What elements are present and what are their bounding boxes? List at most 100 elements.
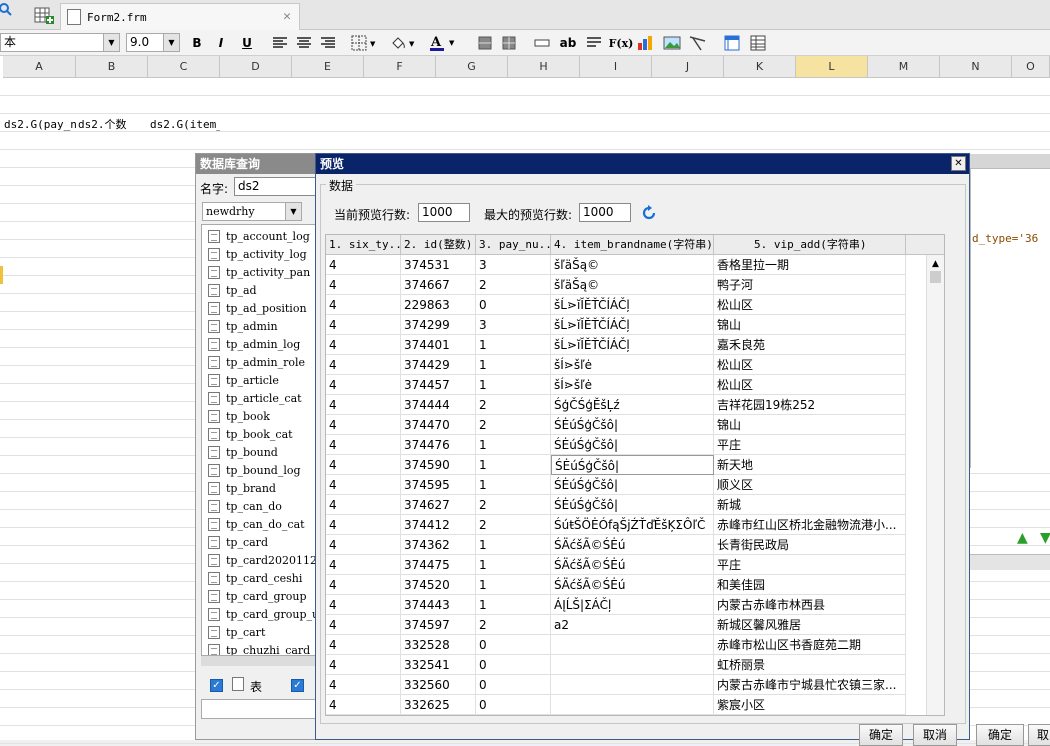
table-row[interactable]: 4 374667 2 šľäŠą© 鸭子河 — [326, 275, 906, 295]
column-header-M[interactable]: M — [868, 56, 940, 78]
list-item[interactable]: tp_card20201120 — [208, 551, 317, 569]
column-header-J[interactable]: J — [652, 56, 724, 78]
list-item[interactable]: tp_cart — [208, 623, 317, 641]
table-row[interactable]: 4 374627 2 ŚĖúŚģČšô| 新城 — [326, 495, 906, 515]
column-header[interactable]: 3. pay_nu... — [476, 235, 551, 255]
new-grid-icon[interactable] — [34, 5, 54, 25]
table-row[interactable]: 4 332625 0 紫宸小区 — [326, 695, 906, 715]
bg-ok-button[interactable]: 确定 — [976, 724, 1024, 746]
column-header[interactable]: 2. id(整数) — [401, 235, 476, 255]
column-header-E[interactable]: E — [292, 56, 364, 78]
table-row[interactable]: 4 374429 1 šÍ⋗šľė 松山区 — [326, 355, 906, 375]
form-layout-icon[interactable] — [722, 33, 742, 53]
column-header[interactable]: 1. six_ty... — [326, 235, 401, 255]
list-item[interactable]: tp_card_group_u — [208, 605, 317, 623]
list-item[interactable]: tp_card_group — [208, 587, 317, 605]
sql-editor-panel[interactable] — [970, 168, 1050, 468]
column-header-D[interactable]: D — [220, 56, 292, 78]
column-header-N[interactable]: N — [940, 56, 1012, 78]
italic-button[interactable]: I — [212, 33, 230, 53]
list-item[interactable]: tp_bound — [208, 443, 317, 461]
column-header-G[interactable]: G — [436, 56, 508, 78]
bg-cancel-button[interactable]: 取 — [1028, 724, 1050, 746]
image-icon[interactable] — [662, 33, 682, 53]
cell-B3[interactable]: ds2.个数 — [78, 116, 148, 134]
column-header-A[interactable]: A — [3, 56, 76, 78]
show-tables-checkbox[interactable]: ✓ — [210, 679, 223, 692]
scroll-up-icon[interactable]: ▲ — [927, 259, 944, 269]
align-right-icon[interactable] — [318, 33, 338, 53]
table-row[interactable]: 4 374590 1 ŚĖúŚģČšô| 新天地 — [326, 455, 906, 475]
table-row[interactable]: 4 332560 0 内蒙古赤峰市宁城县忙农镇三家... — [326, 675, 906, 695]
table-list[interactable]: tp_account_log tp_activity_log tp_activi… — [201, 224, 318, 656]
column-header-F[interactable]: F — [364, 56, 436, 78]
line-tool-icon[interactable] — [688, 33, 708, 53]
list-layout-icon[interactable] — [748, 33, 768, 53]
formula-button[interactable]: F(x) — [608, 33, 634, 53]
bold-button[interactable]: B — [188, 33, 206, 53]
connection-select[interactable]: newdrhy ▼ — [202, 202, 302, 221]
table-row[interactable]: 4 374470 2 ŚĖúŚģČšô| 锦山 — [326, 415, 906, 435]
list-item[interactable]: tp_admin_role — [208, 353, 317, 371]
list-item[interactable]: tp_article_cat — [208, 389, 317, 407]
align-left-icon[interactable] — [270, 33, 290, 53]
list-item[interactable]: tp_bound_log — [208, 461, 317, 479]
table-row[interactable]: 4 374401 1 šĹ⋗ĭĬĚŤČÍÁČļ 嘉禾良苑 — [326, 335, 906, 355]
list-hscrollbar[interactable] — [201, 656, 318, 666]
cancel-button[interactable]: 取消 — [913, 724, 957, 746]
table-row[interactable]: 4 374476 1 ŚĖúŚģČšô| 平庄 — [326, 435, 906, 455]
border-icon[interactable]: ▼ — [350, 33, 378, 53]
align-center-icon[interactable] — [294, 33, 314, 53]
list-item[interactable]: tp_card_ceshi — [208, 569, 317, 587]
column-header-I[interactable]: I — [580, 56, 652, 78]
font-size-select[interactable]: 9.0 ▼ — [126, 33, 180, 52]
refresh-icon[interactable] — [640, 204, 658, 222]
filter-input[interactable] — [201, 699, 318, 719]
table-row[interactable]: 4 374444 2 ŚģČŚģĚšĻź 吉祥花园19栋252 — [326, 395, 906, 415]
ok-button[interactable]: 确定 — [859, 724, 903, 746]
font-color-icon[interactable]: A ▼ — [428, 33, 460, 53]
table-row[interactable]: 4 229863 0 šĹ⋗ĭĬĚŤČÍÁČļ 松山区 — [326, 295, 906, 315]
list-item[interactable]: tp_admin — [208, 317, 317, 335]
table-row[interactable]: 4 374299 3 šĹ⋗ĭĬĚŤČÍÁČļ 锦山 — [326, 315, 906, 335]
close-icon[interactable]: ✕ — [951, 156, 966, 171]
close-tab-icon[interactable]: ✕ — [283, 9, 291, 24]
list-item[interactable]: tp_ad — [208, 281, 317, 299]
scroll-thumb[interactable] — [930, 271, 941, 283]
list-item[interactable]: tp_ad_position — [208, 299, 317, 317]
fill-color-icon[interactable]: ▼ — [388, 33, 418, 53]
text-block-icon[interactable] — [584, 33, 604, 53]
table-row[interactable]: 4 374412 2 ŚúŧŠÖĖÓfąŠjŹŤďĚšĶΣÔľČ 赤峰市红山区桥北金融物… — [326, 515, 906, 535]
cell-A3[interactable]: ds2.G(pay_n — [4, 116, 76, 134]
list-item[interactable]: tp_card — [208, 533, 317, 551]
list-item[interactable]: tp_can_do_cat — [208, 515, 317, 533]
table-row[interactable]: 4 374443 1 ÁĮĹŠ|ΣÁČļ 内蒙古赤峰市林西县 — [326, 595, 906, 615]
max-rows-input[interactable]: 1000 — [579, 203, 631, 222]
vertical-scrollbar[interactable]: ▲ — [926, 255, 944, 715]
table-row[interactable]: 4 374475 1 ŚÄćšÃ©ŚĖú 平庄 — [326, 555, 906, 575]
list-item[interactable]: tp_activity_log — [208, 245, 317, 263]
list-item[interactable]: tp_article — [208, 371, 317, 389]
list-item[interactable]: tp_chuzhi_card — [208, 641, 317, 655]
table-row[interactable]: 4 332541 0 虹桥丽景 — [326, 655, 906, 675]
column-header-L[interactable]: L — [796, 56, 868, 78]
table-row[interactable]: 4 374597 2 a2 新城区馨风雅居 — [326, 615, 906, 635]
column-header-C[interactable]: C — [148, 56, 220, 78]
list-item[interactable]: tp_activity_pan — [208, 263, 317, 281]
preview-data-grid[interactable]: 1. six_ty... 2. id(整数) 3. pay_nu... 4. i… — [325, 234, 945, 716]
table-row[interactable]: 4 374457 1 šÍ⋗šľė 松山区 — [326, 375, 906, 395]
textbox-icon[interactable] — [532, 33, 552, 53]
search-icon[interactable] — [0, 2, 16, 22]
move-up-icon[interactable]: ▲ — [1017, 530, 1028, 546]
underline-button[interactable]: U — [238, 33, 256, 53]
column-header-K[interactable]: K — [724, 56, 796, 78]
move-down-icon[interactable]: ▼ — [1040, 530, 1050, 546]
table-row[interactable]: 4 374362 1 ŚÄćšÃ©ŚĖú 长青街民政局 — [326, 535, 906, 555]
cell-C3[interactable]: ds2.G(item_ — [150, 116, 220, 134]
list-item[interactable]: tp_can_do — [208, 497, 317, 515]
table-row[interactable]: 4 374520 1 ŚÄćšÃ©ŚĖú 和美佳园 — [326, 575, 906, 595]
table-row[interactable]: 4 332528 0 赤峰市松山区书香庭苑二期 — [326, 635, 906, 655]
chevron-down-icon[interactable]: ▼ — [163, 34, 179, 51]
dataset-name-input[interactable]: ds2 — [234, 177, 318, 196]
table-row[interactable]: 4 374531 3 šľäŠą© 香格里拉一期 — [326, 255, 906, 275]
